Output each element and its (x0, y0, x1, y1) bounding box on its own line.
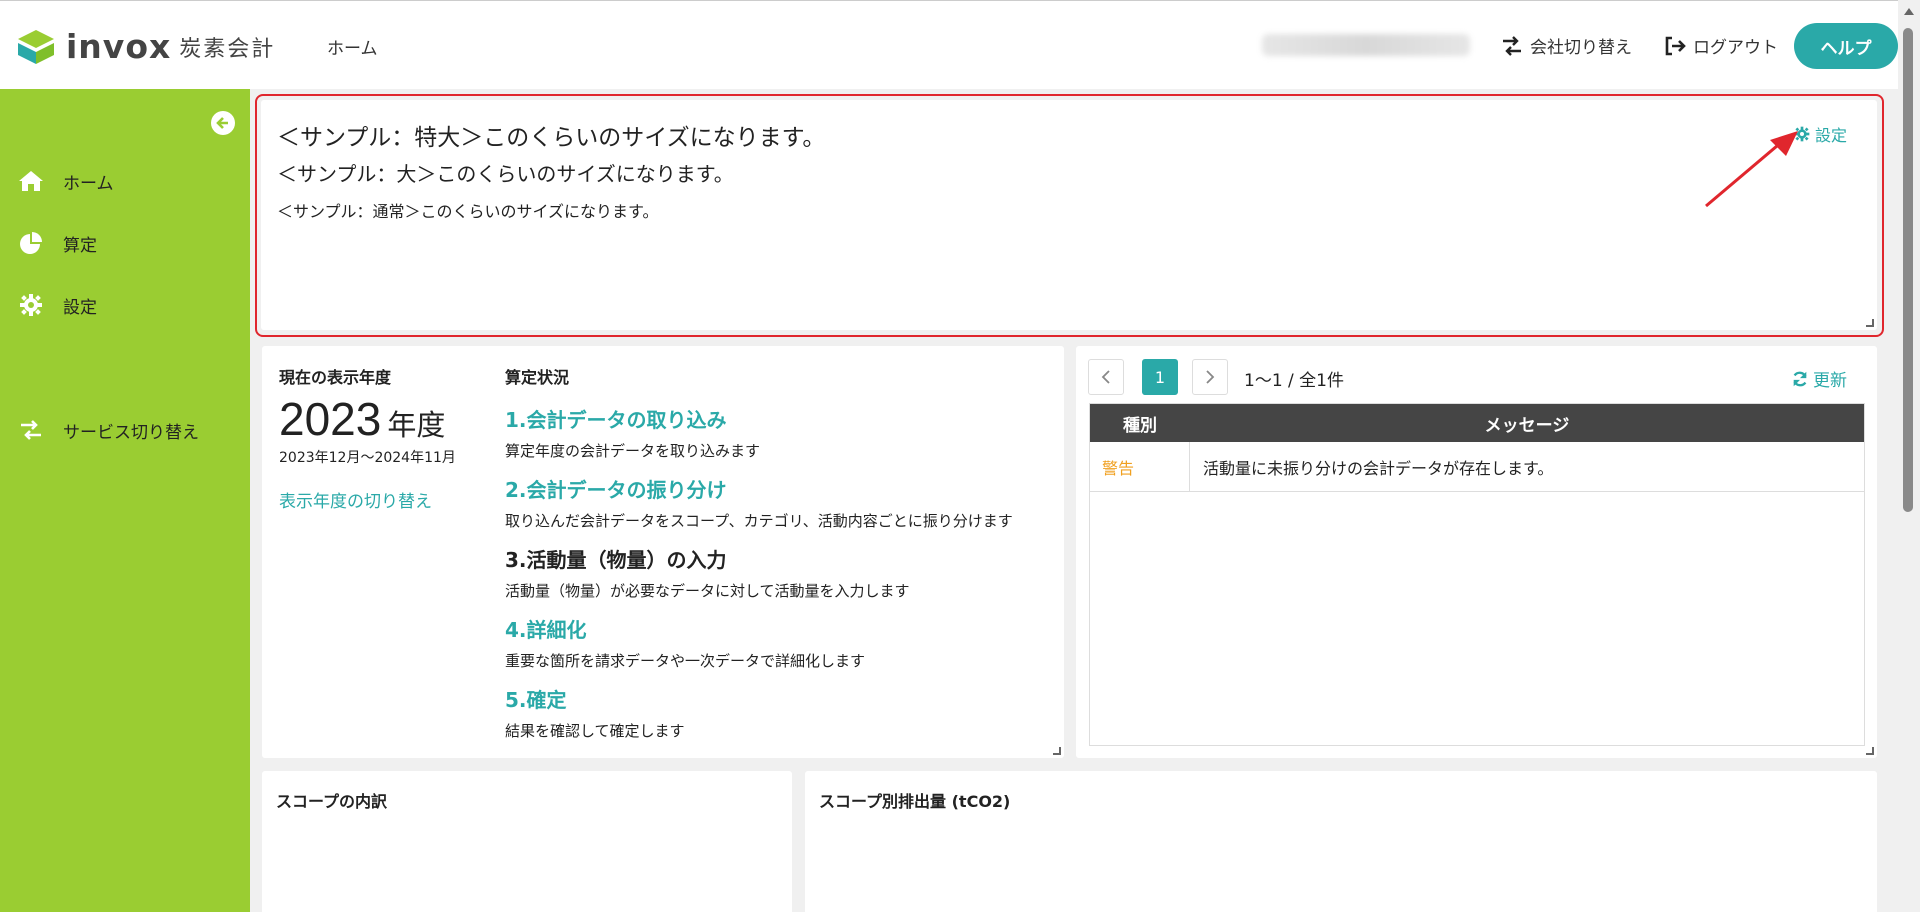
column-header-type: 種別 (1123, 415, 1157, 436)
logo-icon (16, 28, 56, 66)
company-switch-button[interactable]: 会社切り替え (1499, 33, 1632, 58)
emissions-by-scope-panel: スコープ別排出量 (tCO2) (805, 771, 1877, 912)
nav-home-link[interactable]: ホーム (327, 34, 378, 59)
step-item: 5.確定結果を確認して確定します (505, 684, 685, 741)
step-item: 4.詳細化重要な箇所を請求データや一次データで詳細化します (505, 614, 865, 671)
table-row[interactable]: 警告 活動量に未振り分けの会計データが存在します。 (1090, 442, 1864, 492)
column-header-message: メッセージ (1484, 415, 1570, 436)
step-item: 1.会計データの取り込み算定年度の会計データを取り込みます (505, 404, 760, 461)
step-description: 算定年度の会計データを取り込みます (505, 442, 761, 460)
calculation-status-panel: 現在の表示年度 2023 年度 2023年12月〜2024年11月 表示年度の切… (262, 346, 1064, 758)
page-info: 1〜1 / 全1件 (1244, 371, 1344, 391)
year-switch-link[interactable]: 表示年度の切り替え (279, 487, 432, 512)
step-title-link[interactable]: 5.確定 (505, 684, 685, 713)
message-text: 活動量に未振り分けの会計データが存在します。 (1203, 458, 1554, 478)
switch-arrows-icon (1499, 34, 1525, 58)
refresh-label: 更新 (1813, 371, 1847, 391)
step-description: 結果を確認して確定します (505, 722, 685, 740)
sample-text-extra-large: ＜サンプル：特大＞このくらいのサイズになります。 (277, 125, 826, 151)
sidebar-item-settings[interactable]: 設定 (17, 291, 97, 319)
emissions-by-scope-title: スコープ別排出量 (tCO2) (819, 792, 1011, 811)
logout-icon (1662, 34, 1688, 58)
switch-icon (17, 416, 45, 444)
red-arrow-annotation (1705, 131, 1798, 208)
next-page-button[interactable] (1192, 359, 1228, 395)
sidebar-item-calculation[interactable]: 算定 (17, 229, 97, 257)
header: invox 炭素会計 ホーム 会社切り替え ログアウト ヘルプ (0, 0, 1898, 89)
sidebar-item-label: 算定 (63, 235, 97, 256)
step-item: 2.会計データの振り分け取り込んだ会計データをスコープ、カテゴリ、活動内容ごとに… (505, 474, 1013, 531)
current-year: 2023 年度 (279, 392, 445, 446)
company-switch-label: 会社切り替え (1530, 38, 1632, 58)
scroll-up-arrow-icon[interactable] (1904, 8, 1914, 15)
scope-breakdown-panel: スコープの内訳 (262, 771, 792, 912)
current-year-label: 現在の表示年度 (279, 368, 392, 387)
notice-settings-label: 設定 (1815, 126, 1848, 145)
company-name-redacted (1262, 34, 1470, 56)
sidebar-item-label: サービス切り替え (63, 422, 199, 443)
step-description: 取り込んだ会計データをスコープ、カテゴリ、活動内容ごとに振り分けます (505, 512, 1013, 530)
scroll-thumb[interactable] (1903, 28, 1913, 512)
year-number: 2023 (279, 393, 382, 445)
status-label: 算定状況 (505, 368, 570, 387)
sidebar-collapse-button[interactable] (211, 111, 235, 135)
year-unit: 年度 (387, 408, 446, 442)
prev-page-button[interactable] (1088, 359, 1124, 395)
logo[interactable]: invox 炭素会計 (16, 27, 275, 66)
notice-settings-link[interactable]: 設定 (1794, 122, 1847, 146)
help-button[interactable]: ヘルプ (1794, 23, 1898, 69)
resize-handle[interactable] (1053, 747, 1061, 755)
step-item: 3.活動量（物量）の入力活動量（物量）が必要なデータに対して活動量を入力します (505, 544, 910, 601)
logout-button[interactable]: ログアウト (1662, 33, 1778, 58)
resize-handle[interactable] (1866, 747, 1874, 755)
sidebar-item-label: 設定 (63, 297, 97, 318)
sidebar: ホーム 算定 設定 サービス切り替え (0, 89, 250, 912)
chevron-left-icon (1101, 370, 1110, 384)
resize-handle[interactable] (1866, 319, 1874, 327)
notice-panel: ＜サンプル：特大＞このくらいのサイズになります。 ＜サンプル：大＞このくらいのサ… (261, 100, 1877, 330)
step-title-link: 3.活動量（物量）の入力 (505, 548, 727, 572)
sample-text-normal: ＜サンプル：通常＞このくらいのサイズになります。 (277, 202, 659, 221)
sidebar-item-service-switch[interactable]: サービス切り替え (17, 416, 199, 444)
chevron-right-icon (1206, 370, 1215, 384)
arrow-left-icon (216, 117, 228, 129)
logo-text: invox (66, 27, 172, 66)
logout-label: ログアウト (1693, 38, 1778, 58)
message-table: 種別 メッセージ 警告 活動量に未振り分けの会計データが存在します。 (1089, 403, 1865, 746)
sidebar-item-home[interactable]: ホーム (17, 167, 114, 195)
step-description: 重要な箇所を請求データや一次データで詳細化します (505, 652, 866, 670)
scope-breakdown-title: スコープの内訳 (276, 792, 388, 811)
step-title-link[interactable]: 2.会計データの振り分け (505, 474, 1013, 503)
message-type: 警告 (1090, 442, 1190, 491)
step-title-link[interactable]: 1.会計データの取り込み (505, 404, 760, 433)
current-page-button[interactable]: 1 (1142, 359, 1178, 395)
message-panel: 1 1〜1 / 全1件 更新 種別 メッセージ 警告 活動量に未振り分けの会計デ… (1076, 346, 1877, 758)
gear-icon (17, 291, 45, 319)
year-range: 2023年12月〜2024年11月 (279, 450, 456, 466)
sidebar-item-label: ホーム (63, 173, 114, 194)
logo-subtitle: 炭素会計 (179, 36, 276, 62)
pie-chart-icon (17, 229, 45, 257)
refresh-button[interactable]: 更新 (1791, 366, 1847, 391)
sample-text-large: ＜サンプル：大＞このくらいのサイズになります。 (277, 162, 734, 186)
step-description: 活動量（物量）が必要なデータに対して活動量を入力します (505, 582, 910, 600)
refresh-icon (1793, 371, 1807, 386)
step-title-link[interactable]: 4.詳細化 (505, 614, 865, 643)
page-scrollbar[interactable] (1898, 0, 1920, 912)
home-icon (17, 167, 45, 195)
table-header: 種別 メッセージ (1090, 404, 1864, 442)
